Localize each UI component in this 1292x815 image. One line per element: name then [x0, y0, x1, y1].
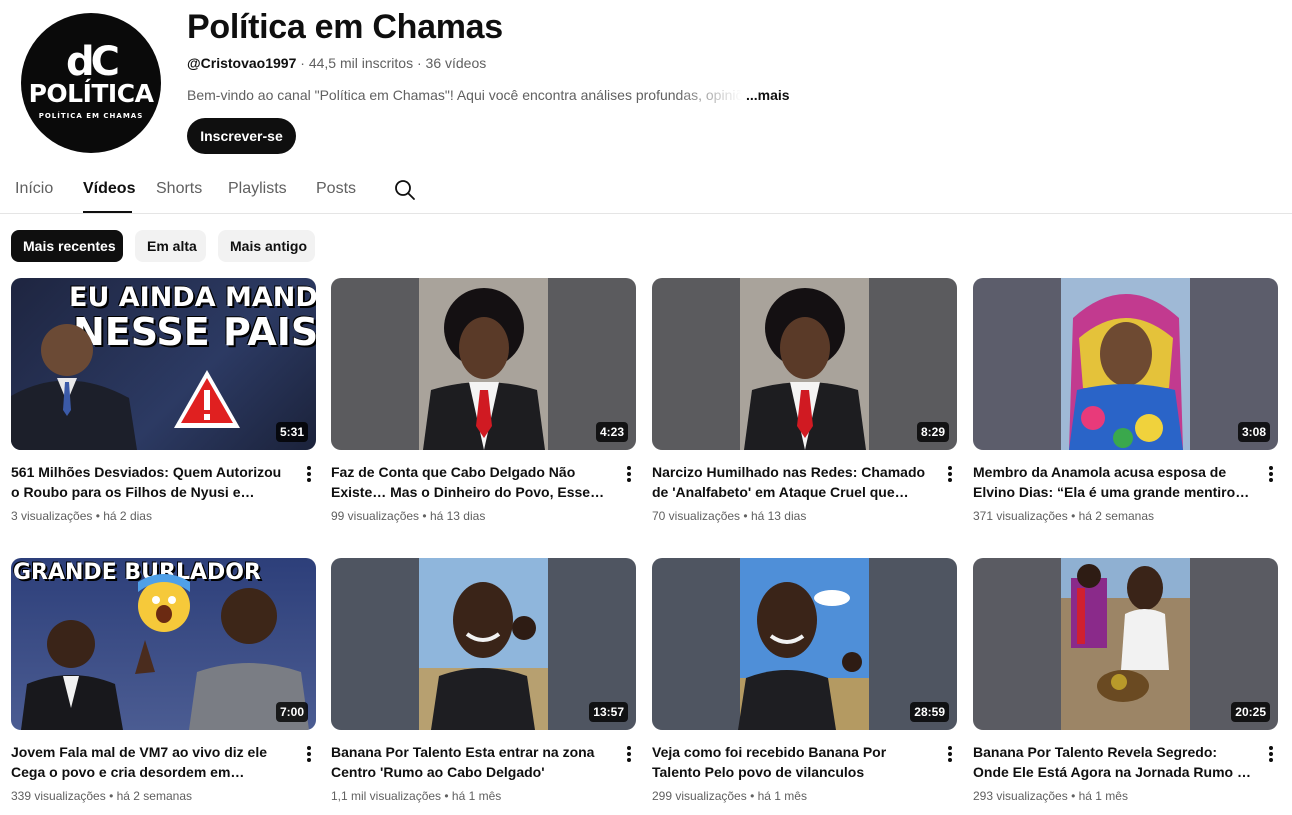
- video-duration: 13:57: [589, 702, 628, 722]
- meta-separator: ·: [300, 55, 309, 71]
- active-tab-indicator: [83, 211, 132, 213]
- thumbnail-art: [21, 574, 309, 730]
- video-views: 70 visualizações: [652, 509, 741, 523]
- tab-shorts[interactable]: Shorts: [156, 180, 202, 198]
- video-age: há 1 mês: [757, 789, 807, 803]
- video-count: 36 vídeos: [425, 55, 487, 71]
- video-views: 371 visualizações: [973, 509, 1068, 523]
- video-thumbnail[interactable]: GRANDE BURLADOR 7:00: [11, 558, 316, 730]
- video-title[interactable]: Faz de Conta que Cabo Delgado Não Existe…: [331, 462, 611, 502]
- channel-tabs: Início Vídeos Shorts Playlists Posts: [0, 170, 1292, 214]
- video-title[interactable]: Narcizo Humilhado nas Redes: Chamado de …: [652, 462, 932, 502]
- video-card[interactable]: 28:59 Veja como foi recebido Banana Por …: [652, 558, 957, 803]
- video-age: há 2 semanas: [116, 789, 192, 803]
- channel-handle[interactable]: @Cristovao1997: [187, 55, 296, 71]
- channel-meta: @Cristovao1997 · 44,5 mil inscritos · 36…: [187, 55, 486, 71]
- video-duration: 5:31: [275, 422, 308, 442]
- more-vert-icon[interactable]: [302, 744, 316, 766]
- chip-trending[interactable]: Em alta: [135, 230, 206, 262]
- subscriber-count: 44,5 mil inscritos: [308, 55, 414, 71]
- video-views: 3 visualizações: [11, 509, 93, 523]
- video-age: há 1 mês: [451, 789, 502, 803]
- video-title[interactable]: Jovem Fala mal de VM7 ao vivo diz ele Ce…: [11, 742, 291, 782]
- video-thumbnail[interactable]: 4:23: [331, 278, 636, 450]
- more-vert-icon[interactable]: [943, 464, 957, 486]
- video-card[interactable]: 8:29 Narcizo Humilhado nas Redes: Chamad…: [652, 278, 957, 523]
- video-views: 299 visualizações: [652, 789, 747, 803]
- video-age: há 2 dias: [103, 509, 152, 523]
- video-duration: 3:08: [1237, 422, 1270, 442]
- video-age: há 1 mês: [1078, 789, 1128, 803]
- search-icon[interactable]: [393, 178, 417, 202]
- more-vert-icon[interactable]: [622, 744, 636, 766]
- more-vert-icon[interactable]: [1264, 464, 1278, 486]
- video-views: 1,1 mil visualizações: [331, 789, 442, 803]
- thumbnail-art: [419, 278, 548, 450]
- video-views: 293 visualizações: [973, 789, 1068, 803]
- video-duration: 28:59: [910, 702, 949, 722]
- chip-oldest[interactable]: Mais antigo: [218, 230, 315, 262]
- video-thumbnail[interactable]: 3:08: [973, 278, 1278, 450]
- more-vert-icon[interactable]: [622, 464, 636, 486]
- avatar-subtitle: POLÍTICA EM CHAMAS: [38, 112, 144, 120]
- thumbnail-art: [1061, 278, 1190, 450]
- more-vert-icon[interactable]: [943, 744, 957, 766]
- subscribe-button[interactable]: Inscrever-se: [187, 118, 296, 154]
- video-meta: 3 visualizações • há 2 dias: [11, 509, 152, 523]
- channel-description[interactable]: Bem-vindo ao canal "Política em Chamas"!…: [187, 87, 790, 103]
- channel-description-text: Bem-vindo ao canal "Política em Chamas"!…: [187, 87, 742, 103]
- video-duration: 20:25: [1231, 702, 1270, 722]
- video-thumbnail[interactable]: 13:57: [331, 558, 636, 730]
- video-card[interactable]: EU AINDA MANDO NESSE PAIS 5:31 561 Milhõ…: [11, 278, 316, 523]
- video-age: há 2 semanas: [1078, 509, 1154, 523]
- video-title[interactable]: Membro da Anamola acusa esposa de Elvino…: [973, 462, 1253, 502]
- tab-videos[interactable]: Vídeos: [83, 180, 135, 198]
- video-meta: 1,1 mil visualizações • há 1 mês: [331, 789, 502, 803]
- video-thumbnail[interactable]: 28:59: [652, 558, 957, 730]
- video-duration: 8:29: [916, 422, 949, 442]
- video-card[interactable]: 4:23 Faz de Conta que Cabo Delgado Não E…: [331, 278, 636, 523]
- video-age: há 13 dias: [429, 509, 486, 523]
- video-meta: 299 visualizações • há 1 mês: [652, 789, 807, 803]
- avatar-word: POLÍTICA: [28, 79, 154, 108]
- video-thumbnail[interactable]: 8:29: [652, 278, 957, 450]
- video-title[interactable]: Veja como foi recebido Banana Por Talent…: [652, 742, 932, 782]
- video-duration: 7:00: [275, 702, 308, 722]
- video-thumbnail[interactable]: EU AINDA MANDO NESSE PAIS 5:31: [11, 278, 316, 450]
- channel-avatar: dC POLÍTICA POLÍTICA EM CHAMAS: [21, 13, 161, 153]
- thumbnail-art: [740, 278, 869, 450]
- tab-playlists[interactable]: Playlists: [228, 180, 287, 198]
- video-views: 339 visualizações: [11, 789, 106, 803]
- video-meta: 99 visualizações • há 13 dias: [331, 509, 486, 523]
- video-meta: 339 visualizações • há 2 semanas: [11, 789, 192, 803]
- video-meta: 70 visualizações • há 13 dias: [652, 509, 807, 523]
- video-thumbnail[interactable]: 20:25: [973, 558, 1278, 730]
- video-views: 99 visualizações: [331, 509, 420, 523]
- video-age: há 13 dias: [750, 509, 807, 523]
- tab-posts[interactable]: Posts: [316, 180, 356, 198]
- video-title[interactable]: Banana Por Talento Esta entrar na zona C…: [331, 742, 611, 782]
- more-link[interactable]: ...mais: [746, 87, 790, 103]
- more-vert-icon[interactable]: [1264, 744, 1278, 766]
- video-card[interactable]: 13:57 Banana Por Talento Esta entrar na …: [331, 558, 636, 803]
- video-card[interactable]: 3:08 Membro da Anamola acusa esposa de E…: [973, 278, 1278, 523]
- chip-most-recent[interactable]: Mais recentes: [11, 230, 123, 262]
- video-card[interactable]: GRANDE BURLADOR 7:00 Jovem Fala mal de V…: [11, 558, 316, 803]
- video-card[interactable]: 20:25 Banana Por Talento Revela Segredo:…: [973, 558, 1278, 803]
- channel-title: Política em Chamas: [187, 8, 503, 46]
- more-vert-icon[interactable]: [302, 464, 316, 486]
- meta-separator: ·: [416, 55, 426, 71]
- video-title[interactable]: 561 Milhões Desviados: Quem Autorizou o …: [11, 462, 291, 502]
- thumbnail-art: [11, 324, 240, 450]
- tab-inicio[interactable]: Início: [15, 180, 53, 198]
- video-meta: 371 visualizações • há 2 semanas: [973, 509, 1154, 523]
- video-meta: 293 visualizações • há 1 mês: [973, 789, 1128, 803]
- video-duration: 4:23: [595, 422, 628, 442]
- video-title[interactable]: Banana Por Talento Revela Segredo: Onde …: [973, 742, 1253, 782]
